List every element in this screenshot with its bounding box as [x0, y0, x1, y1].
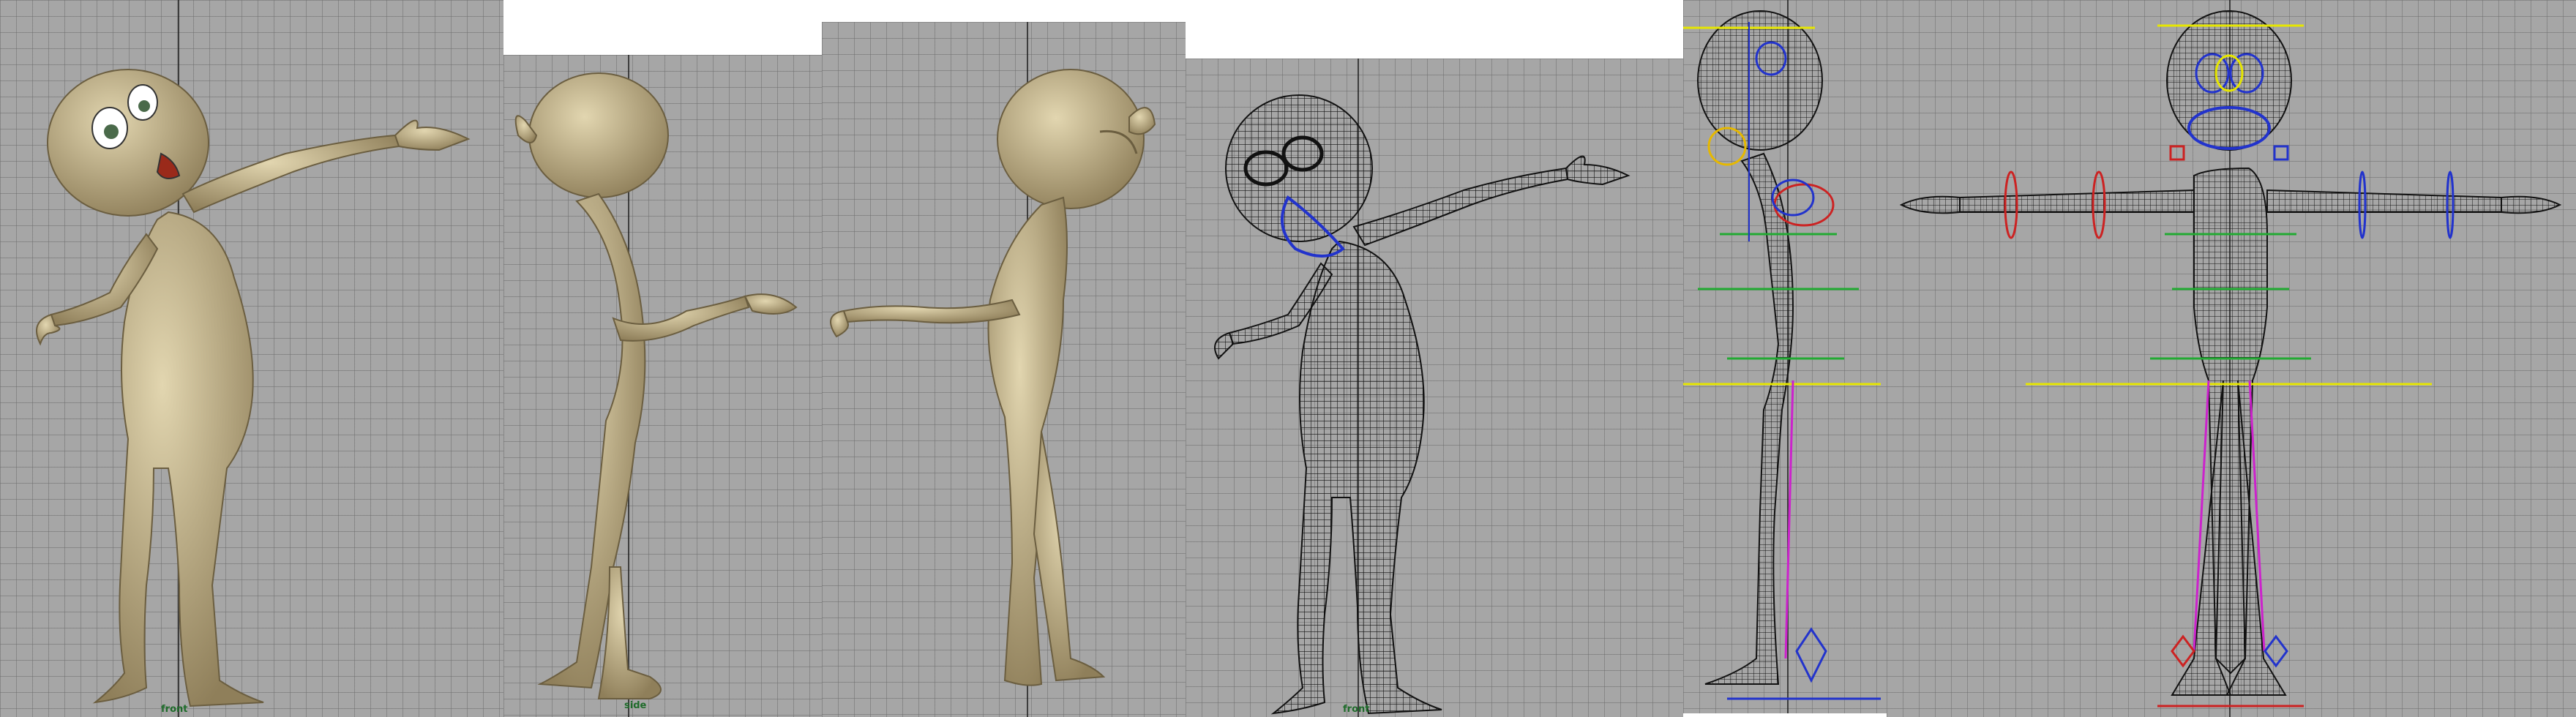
viewport-side-shaded-back[interactable]: side	[503, 55, 822, 717]
character-model-wireframe	[1214, 94, 1630, 715]
camera-label: side	[624, 700, 647, 711]
camera-label: front	[1343, 704, 1370, 715]
rig-model-front-tpose	[1899, 10, 2562, 707]
camera-label: front	[161, 704, 188, 715]
viewport-front-rig-tpose[interactable]	[1887, 0, 2576, 717]
rig-model-side	[1683, 10, 1881, 700]
character-model-side-back	[514, 72, 798, 699]
character-model-front	[36, 69, 471, 707]
viewport-side-shaded-front[interactable]	[822, 22, 1186, 717]
character-model-side-front	[830, 69, 1156, 686]
viewport-side-rig[interactable]	[1683, 0, 1887, 713]
viewport-front-wireframe[interactable]: front	[1186, 59, 1683, 717]
viewport-front-shaded[interactable]: front	[0, 0, 503, 717]
